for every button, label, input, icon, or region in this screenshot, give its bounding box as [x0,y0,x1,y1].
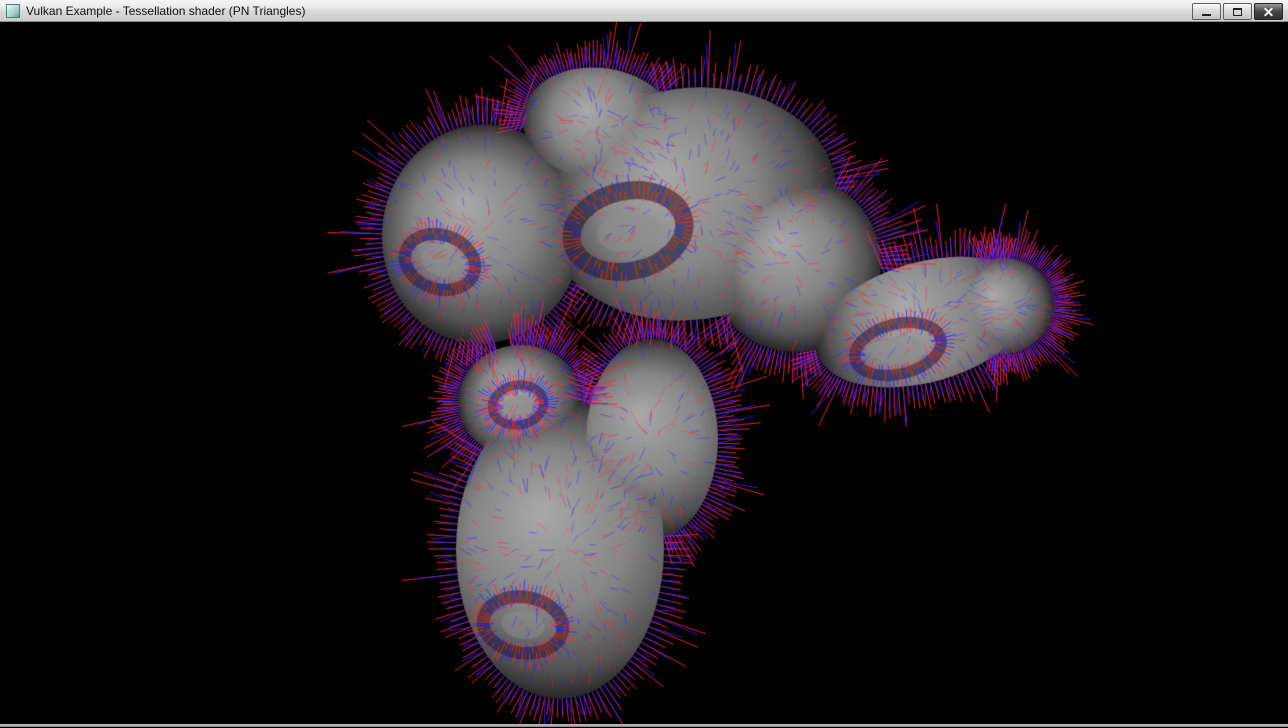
titlebar[interactable]: Vulkan Example - Tessellation shader (PN… [0,0,1288,22]
maximize-icon [1233,8,1242,16]
viewport-canvas[interactable] [0,22,1288,724]
close-button[interactable] [1254,3,1283,20]
minimize-icon [1202,8,1211,16]
close-icon [1263,6,1274,17]
app-icon [6,4,20,18]
window-bottom-frame [0,724,1288,727]
window-controls [1192,3,1283,20]
minimize-button[interactable] [1192,3,1221,20]
maximize-button[interactable] [1223,3,1252,20]
viewport [0,22,1288,724]
window-title: Vulkan Example - Tessellation shader (PN… [26,0,305,22]
app-window: Vulkan Example - Tessellation shader (PN… [0,0,1288,728]
